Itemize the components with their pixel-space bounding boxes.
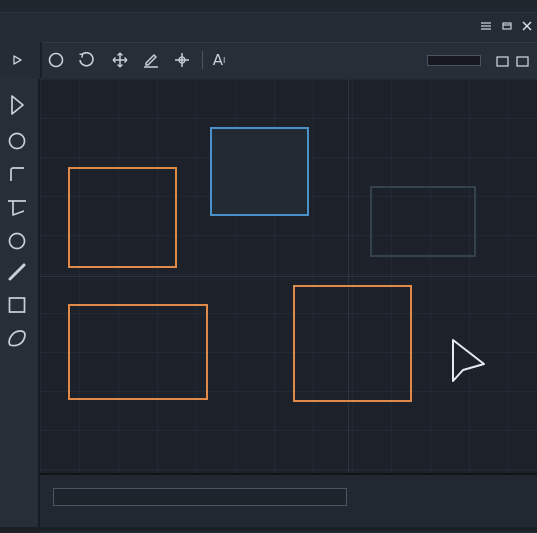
rotate-icon[interactable] (75, 49, 97, 71)
title-bar-strip (0, 0, 537, 13)
text-tool-label: A (212, 51, 223, 69)
circle-icon[interactable] (5, 129, 29, 153)
restore-icon[interactable] (499, 18, 515, 34)
guide-line-horizontal (40, 276, 537, 277)
faded-rectangle-shape[interactable] (370, 186, 476, 257)
pen-icon[interactable] (140, 49, 162, 71)
selected-rectangle-shape[interactable] (210, 127, 309, 216)
rectangle-shape[interactable] (293, 285, 412, 402)
square-view-icon[interactable] (516, 53, 529, 67)
circle-icon[interactable] (5, 229, 29, 253)
zoom-field[interactable] (427, 55, 481, 66)
close-icon[interactable] (519, 18, 535, 34)
rectangle-shape[interactable] (68, 304, 208, 400)
arrow-cursor (447, 337, 487, 385)
circle-icon[interactable] (45, 49, 67, 71)
rectangle-icon[interactable] (5, 293, 29, 317)
play-icon[interactable] (6, 49, 28, 71)
text-tool-superscript: I (222, 55, 226, 65)
rectangle-shape[interactable] (68, 167, 177, 268)
corner-icon[interactable] (5, 162, 29, 186)
text-icon[interactable]: AI (208, 49, 230, 71)
toolbar-divider (202, 51, 203, 69)
path-icon[interactable] (5, 196, 29, 220)
crosshair-icon[interactable] (171, 49, 193, 71)
square-view-icon[interactable] (496, 53, 509, 67)
status-field[interactable] (53, 488, 347, 506)
pointer-icon[interactable] (5, 93, 29, 117)
lasso-icon[interactable] (5, 326, 29, 350)
bottom-edge (0, 527, 537, 531)
move-icon[interactable] (109, 49, 131, 71)
pencil-icon[interactable] (5, 260, 29, 284)
menu-icon[interactable] (478, 18, 494, 34)
